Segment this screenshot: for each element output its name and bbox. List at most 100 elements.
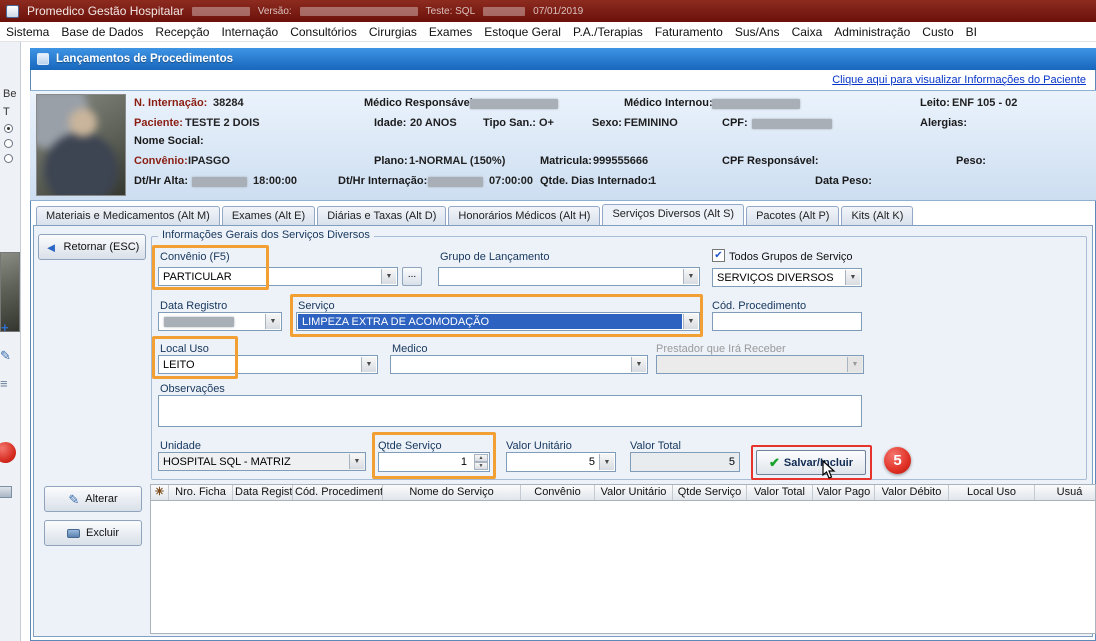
- menu-item-8[interactable]: P.A./Terapias: [567, 22, 649, 41]
- chevron-down-icon[interactable]: ▼: [845, 270, 860, 285]
- redacted-text: [300, 7, 418, 16]
- dias-internado-label: Qtde. Dias Internado:: [540, 175, 651, 187]
- alterar-button[interactable]: ✎ Alterar: [44, 486, 142, 512]
- printer-icon[interactable]: [0, 486, 12, 498]
- cod-procedimento-input[interactable]: [712, 312, 862, 331]
- data-registro-combobox[interactable]: ▼: [158, 312, 282, 331]
- menu-item-13[interactable]: Custo: [916, 22, 959, 41]
- grid-column-9[interactable]: Valor Pago: [813, 485, 875, 500]
- grid-column-8[interactable]: Valor Total: [747, 485, 813, 500]
- tab-2[interactable]: Diárias e Taxas (Alt D): [317, 206, 446, 225]
- grid-column-2[interactable]: Data Regist: [233, 485, 293, 500]
- radio-button[interactable]: [4, 154, 13, 163]
- menu-item-0[interactable]: Sistema: [0, 22, 55, 41]
- clipped-red-icon[interactable]: [0, 442, 16, 463]
- tipo-san-label: Tipo San.:: [483, 117, 536, 129]
- app-icon: [6, 5, 19, 18]
- convenio-combobox[interactable]: PARTICULAR ▼: [158, 267, 398, 286]
- grid-column-1[interactable]: Nro. Ficha: [169, 485, 233, 500]
- leito-value: ENF 105 - 02: [952, 97, 1017, 109]
- convenio-combobox-value: PARTICULAR: [163, 271, 379, 283]
- alterar-label: Alterar: [85, 493, 117, 505]
- grid-column-6[interactable]: Valor Unitário: [595, 485, 673, 500]
- chevron-down-icon[interactable]: ▼: [683, 269, 698, 284]
- back-arrow-icon: ◄: [45, 242, 58, 253]
- menu-item-2[interactable]: Recepção: [149, 22, 215, 41]
- servico-combobox[interactable]: LIMPEZA EXTRA DE ACOMODAÇÃO ▼: [296, 312, 700, 331]
- valor-total-label: Valor Total: [630, 440, 681, 452]
- chevron-down-icon[interactable]: ▼: [381, 269, 396, 284]
- todos-grupos-checkbox[interactable]: ✔: [712, 249, 725, 262]
- spin-down-icon[interactable]: ▼: [474, 462, 488, 470]
- plano-label: Plano:: [374, 155, 408, 167]
- tab-1[interactable]: Exames (Alt E): [222, 206, 315, 225]
- radio-button[interactable]: [4, 139, 13, 148]
- tab-5[interactable]: Pacotes (Alt P): [746, 206, 839, 225]
- medico-combobox[interactable]: ▼: [390, 355, 648, 374]
- local-uso-label: Local Uso: [160, 343, 209, 355]
- chevron-down-icon[interactable]: ▼: [599, 454, 614, 470]
- menu-item-12[interactable]: Administração: [828, 22, 916, 41]
- unidade-combobox[interactable]: HOSPITAL SQL - MATRIZ ▼: [158, 452, 366, 471]
- tipo-san-value: O+: [539, 117, 554, 129]
- tab-0[interactable]: Materiais e Medicamentos (Alt M): [36, 206, 220, 225]
- grid-column-0[interactable]: ✳: [151, 485, 169, 500]
- excluir-button[interactable]: Excluir: [44, 520, 142, 546]
- chevron-down-icon[interactable]: ▼: [265, 314, 280, 329]
- tab-3[interactable]: Honorários Médicos (Alt H): [448, 206, 600, 225]
- menu-item-4[interactable]: Consultórios: [284, 22, 363, 41]
- valor-unitario-combobox[interactable]: 5 ▼: [506, 452, 616, 472]
- cod-procedimento-label: Cód. Procedimento: [712, 300, 806, 312]
- grid-column-7[interactable]: Qtde Serviço: [673, 485, 747, 500]
- grid-column-11[interactable]: Local Uso: [949, 485, 1035, 500]
- dthr-internacao-label: Dt/Hr Internação:: [338, 175, 427, 187]
- chevron-down-icon[interactable]: ▼: [631, 357, 646, 372]
- matricula-label: Matricula:: [540, 155, 592, 167]
- observacoes-textarea[interactable]: [158, 395, 862, 427]
- dthr-alta-time: 18:00:00: [253, 175, 297, 187]
- menu-item-10[interactable]: Sus/Ans: [729, 22, 786, 41]
- radio-button[interactable]: [4, 124, 13, 133]
- grid-column-5[interactable]: Convênio: [521, 485, 595, 500]
- grid-column-3[interactable]: Cód. Procediment: [293, 485, 383, 500]
- grid-header: ✳Nro. FichaData RegistCód. ProcedimentNo…: [150, 484, 1096, 501]
- retornar-button[interactable]: ◄ Retornar (ESC): [38, 234, 146, 260]
- grupo-servico-combobox[interactable]: SERVIÇOS DIVERSOS ▼: [712, 268, 862, 287]
- spin-up-icon[interactable]: ▲: [474, 454, 488, 462]
- grid-column-10[interactable]: Valor Débito: [875, 485, 949, 500]
- menu-item-9[interactable]: Faturamento: [649, 22, 729, 41]
- grid-column-4[interactable]: Nome do Serviço: [383, 485, 521, 500]
- valor-unitario-value: 5: [511, 456, 595, 468]
- tab-6[interactable]: Kits (Alt K): [841, 206, 913, 225]
- chevron-down-icon[interactable]: ▼: [683, 314, 698, 329]
- menu-item-11[interactable]: Caixa: [786, 22, 829, 41]
- local-uso-combobox[interactable]: LEITO ▼: [158, 355, 378, 374]
- chevron-down-icon[interactable]: ▼: [349, 454, 364, 469]
- medico-internou-label: Médico Internou:: [624, 97, 713, 109]
- tab-4[interactable]: Serviços Diversos (Alt S): [602, 204, 744, 225]
- pencil-icon[interactable]: ✎: [0, 348, 11, 364]
- menu-item-5[interactable]: Cirurgias: [363, 22, 423, 41]
- chevron-down-icon[interactable]: ▼: [361, 357, 376, 372]
- menu-item-1[interactable]: Base de Dados: [55, 22, 149, 41]
- qtde-servico-stepper[interactable]: 1 ▲ ▼: [378, 452, 490, 472]
- menu-item-14[interactable]: BI: [960, 22, 983, 41]
- menu-item-7[interactable]: Estoque Geral: [478, 22, 567, 41]
- list-icon[interactable]: ≡: [0, 376, 8, 391]
- browse-convenio-button[interactable]: ...: [402, 267, 422, 286]
- background-window-strip: Be T + ✎ ≡: [0, 42, 21, 641]
- dias-internado-value: 1: [650, 175, 656, 187]
- sexo-label: Sexo:: [592, 117, 622, 129]
- grid-body-empty[interactable]: [150, 501, 1096, 634]
- n-internacao-label: N. Internação:: [134, 97, 207, 109]
- add-icon[interactable]: +: [1, 320, 9, 335]
- patient-info-link[interactable]: Clique aqui para visualizar Informações …: [832, 74, 1086, 86]
- dthr-alta-label: Dt/Hr Alta:: [134, 175, 188, 187]
- grupo-lancamento-combobox[interactable]: ▼: [438, 267, 700, 286]
- matricula-value: 999555666: [593, 155, 648, 167]
- grid-column-12[interactable]: Usuá: [1035, 485, 1096, 500]
- menu-item-6[interactable]: Exames: [423, 22, 478, 41]
- salvar-incluir-button[interactable]: ✔ Salvar/Incluir: [756, 450, 866, 475]
- redacted-text: [192, 7, 250, 16]
- menu-item-3[interactable]: Internação: [215, 22, 284, 41]
